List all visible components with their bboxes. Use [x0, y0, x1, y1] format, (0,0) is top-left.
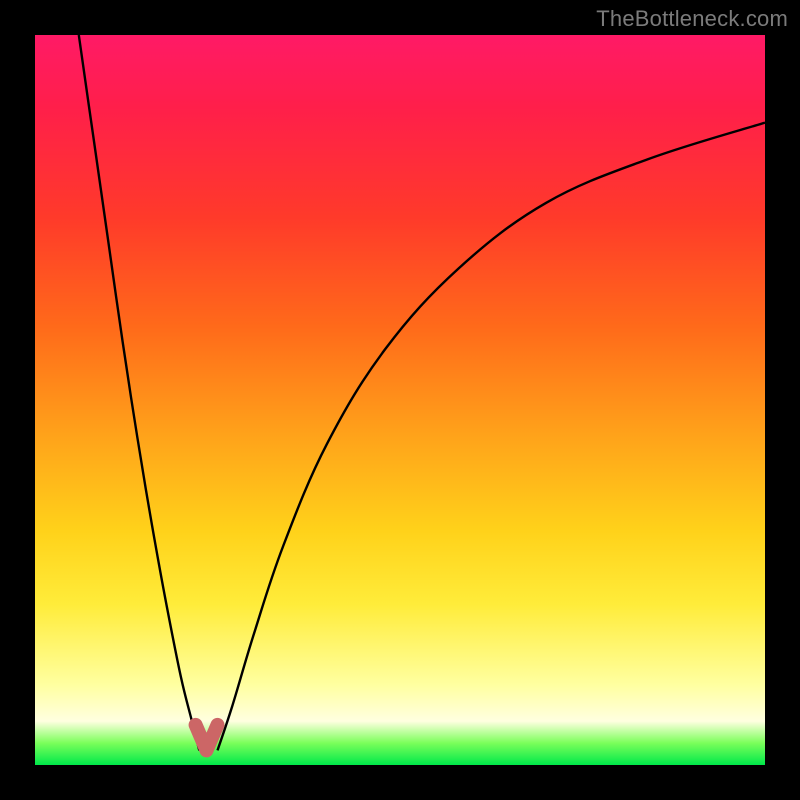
plot-area: [35, 35, 765, 765]
chart-frame: TheBottleneck.com: [0, 0, 800, 800]
curve-layer: [35, 35, 765, 765]
left-branch-curve: [79, 35, 200, 750]
watermark-text: TheBottleneck.com: [596, 6, 788, 32]
minimum-marker: [196, 725, 218, 751]
right-branch-curve: [218, 123, 766, 751]
